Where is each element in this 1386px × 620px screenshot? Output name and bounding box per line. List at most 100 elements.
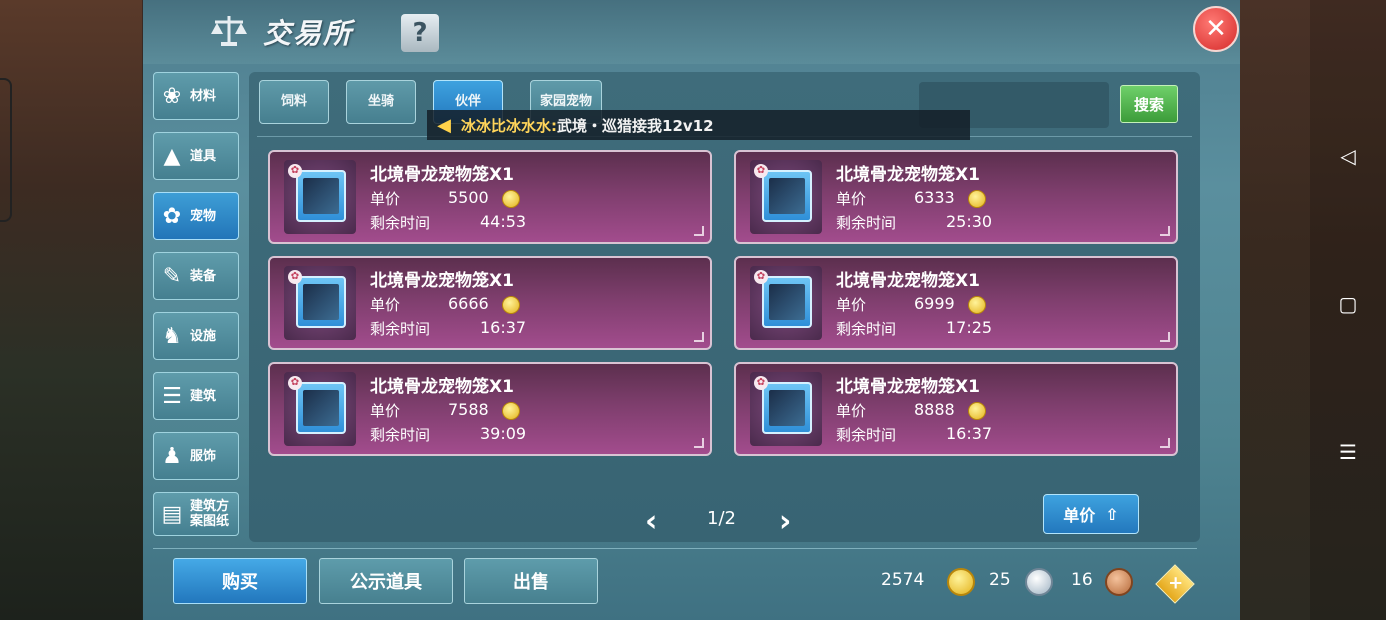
gold-coin-icon	[968, 190, 986, 208]
sidebar-item-items[interactable]: ▲ 道具	[153, 132, 239, 180]
price-label: 单价	[370, 402, 401, 420]
public-items-button[interactable]: 公示道具	[319, 558, 453, 604]
pet-cage-icon	[296, 382, 346, 434]
paw-icon: ✿	[162, 203, 182, 229]
gold-coin-icon	[502, 296, 520, 314]
page-indicator: 1/2	[707, 508, 736, 529]
time-value: 16:37	[480, 318, 527, 337]
blueprint-icon: ▤	[161, 501, 183, 527]
materials-icon: ❀	[162, 83, 182, 109]
price-value: 5500	[448, 188, 489, 207]
chevron-left-icon[interactable]: ‹	[645, 504, 657, 539]
sort-by-price-button[interactable]: 单价 ⇧	[1043, 494, 1139, 534]
sidebar-item-clothing[interactable]: ♟ 服饰	[153, 432, 239, 480]
corner-mark	[694, 226, 704, 236]
time-value: 17:25	[946, 318, 993, 337]
item-slot: ✿	[284, 372, 356, 446]
bronze-amount: 16	[1071, 570, 1093, 590]
search-button[interactable]: 搜索	[1120, 85, 1178, 123]
buy-button[interactable]: 购买	[173, 558, 307, 604]
sell-button[interactable]: 出售	[464, 558, 598, 604]
bottom-divider	[153, 548, 1197, 549]
time-label: 剩余时间	[836, 320, 897, 338]
price-value: 6999	[914, 294, 955, 313]
paw-badge-icon: ✿	[754, 376, 768, 390]
paw-badge-icon: ✿	[754, 164, 768, 178]
corner-mark	[694, 438, 704, 448]
time-label: 剩余时间	[836, 214, 897, 232]
sidebar-item-blueprints[interactable]: ▤ 建筑方案图纸	[153, 492, 239, 536]
corner-mark	[694, 332, 704, 342]
corner-mark	[1160, 438, 1170, 448]
sidebar-item-label: 道具	[190, 148, 217, 164]
sidebar-item-label: 建筑方案图纸	[190, 499, 230, 529]
item-name: 北境骨龙宠物笼X1	[370, 271, 514, 291]
megaphone-icon: ◀	[437, 114, 451, 136]
sidebar-item-equipment[interactable]: ✎ 装备	[153, 252, 239, 300]
background-left	[0, 0, 142, 620]
add-currency-button[interactable]: +	[1155, 564, 1195, 604]
tab-feed[interactable]: 饲料	[259, 80, 329, 124]
gold-coin-icon	[968, 402, 986, 420]
time-value: 16:37	[946, 424, 993, 443]
item-name: 北境骨龙宠物笼X1	[836, 377, 980, 397]
time-label: 剩余时间	[836, 426, 897, 444]
price-value: 8888	[914, 400, 955, 419]
close-button[interactable]: ✕	[1193, 6, 1239, 52]
silver-amount: 25	[989, 570, 1011, 590]
sidebar-item-buildings[interactable]: ☰ 建筑	[153, 372, 239, 420]
gold-coin-icon	[968, 296, 986, 314]
price-label: 单价	[370, 190, 401, 208]
title-bar: 交易所 ? ✕	[143, 0, 1240, 64]
menu-nav-icon[interactable]: ☰	[1336, 440, 1360, 464]
gold-amount: 2574	[881, 570, 925, 590]
time-label: 剩余时间	[370, 426, 431, 444]
listing-card[interactable]: ✿ 北境骨龙宠物笼X1 单价 6999 剩余时间 17:25	[734, 256, 1178, 350]
home-nav-icon[interactable]: ▢	[1336, 292, 1360, 316]
paw-badge-icon: ✿	[288, 270, 302, 284]
price-label: 单价	[836, 402, 867, 420]
back-nav-icon[interactable]: ◁	[1336, 144, 1360, 168]
item-slot: ✿	[284, 160, 356, 234]
sidebar-item-materials[interactable]: ❀ 材料	[153, 72, 239, 120]
time-label: 剩余时间	[370, 320, 431, 338]
listing-card[interactable]: ✿ 北境骨龙宠物笼X1 单价 6333 剩余时间 25:30	[734, 150, 1178, 244]
sort-arrow-up-icon: ⇧	[1105, 504, 1119, 524]
listing-card[interactable]: ✿ 北境骨龙宠物笼X1 单价 6666 剩余时间 16:37	[268, 256, 712, 350]
clothing-icon: ♟	[162, 443, 182, 469]
time-value: 44:53	[480, 212, 527, 231]
time-value: 25:30	[946, 212, 993, 231]
building-icon: ☰	[162, 383, 182, 409]
price-value: 6333	[914, 188, 955, 207]
pet-cage-icon	[762, 276, 812, 328]
listing-card[interactable]: ✿ 北境骨龙宠物笼X1 单价 7588 剩余时间 39:09	[268, 362, 712, 456]
item-name: 北境骨龙宠物笼X1	[836, 165, 980, 185]
gold-coin-icon	[947, 568, 975, 596]
help-button[interactable]: ?	[401, 14, 439, 52]
sidebar-item-label: 建筑	[190, 388, 217, 404]
paw-badge-icon: ✿	[754, 270, 768, 284]
corner-mark	[1160, 332, 1170, 342]
item-name: 北境骨龙宠物笼X1	[836, 271, 980, 291]
price-value: 6666	[448, 294, 489, 313]
sidebar-item-label: 服饰	[190, 448, 217, 464]
sidebar-item-facilities[interactable]: ♞ 设施	[153, 312, 239, 360]
sidebar-item-pets[interactable]: ✿ 宠物	[153, 192, 239, 240]
sidebar-item-label: 材料	[190, 88, 217, 104]
price-label: 单价	[370, 296, 401, 314]
pet-cage-icon	[762, 170, 812, 222]
tab-mounts[interactable]: 坐骑	[346, 80, 416, 124]
price-label: 单价	[836, 190, 867, 208]
chevron-right-icon[interactable]: ›	[779, 504, 791, 539]
listing-card[interactable]: ✿ 北境骨龙宠物笼X1 单价 5500 剩余时间 44:53	[268, 150, 712, 244]
item-slot: ✿	[750, 266, 822, 340]
item-slot: ✿	[284, 266, 356, 340]
item-slot: ✿	[750, 160, 822, 234]
time-label: 剩余时间	[370, 214, 431, 232]
plus-icon: +	[1168, 572, 1184, 594]
scales-icon	[211, 16, 247, 46]
pet-cage-icon	[296, 170, 346, 222]
listing-card[interactable]: ✿ 北境骨龙宠物笼X1 单价 8888 剩余时间 16:37	[734, 362, 1178, 456]
sort-label: 单价	[1063, 506, 1096, 525]
paw-badge-icon: ✿	[288, 164, 302, 178]
